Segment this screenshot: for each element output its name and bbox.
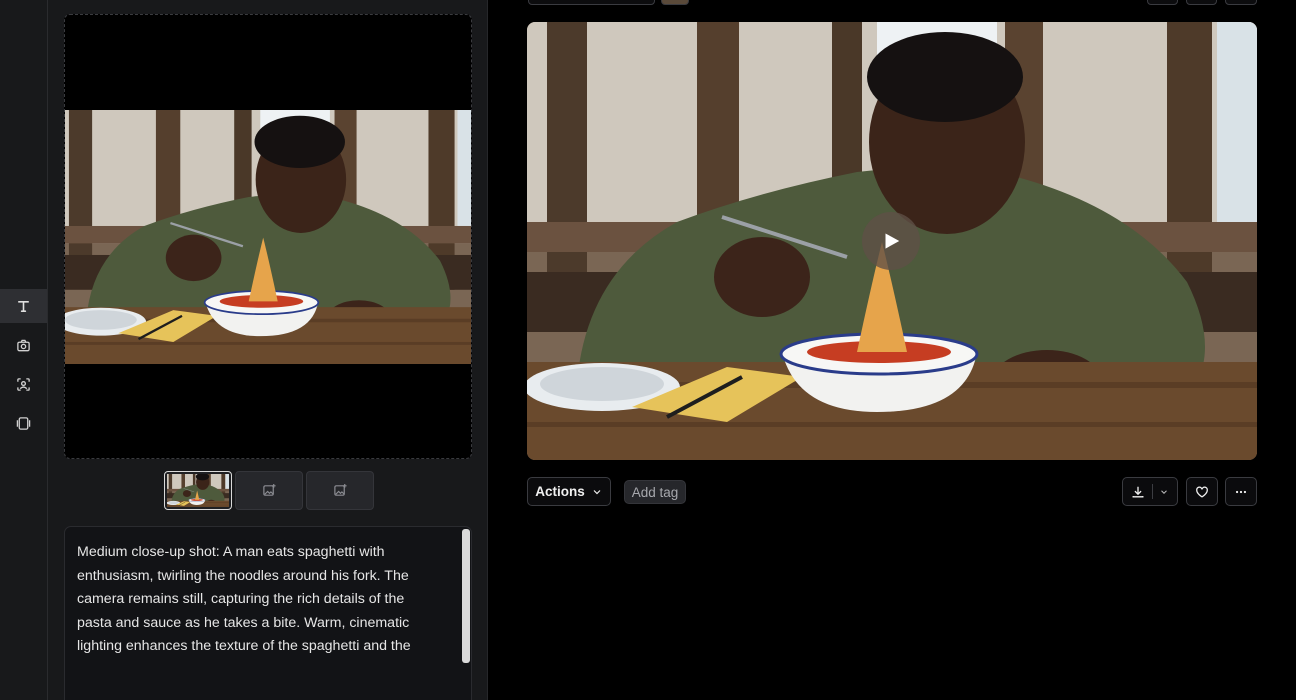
tool-rail [0,0,48,700]
frames-icon [16,416,31,430]
image-plus-icon [333,483,347,496]
result-area: Actions Add tag [488,0,1296,700]
like-button[interactable] [1186,477,1218,506]
heart-icon [1196,486,1208,498]
play-icon [885,233,900,249]
thumbnail-image [167,474,229,507]
top-toolbar-item[interactable] [528,0,655,5]
reference-thumbnail-selected[interactable] [164,471,232,510]
face-scan-icon [17,377,30,391]
actions-label: Actions [535,484,585,499]
chevron-down-icon[interactable] [1159,487,1169,497]
top-toolbar-button[interactable] [1147,0,1178,5]
play-button[interactable] [862,212,920,270]
prompt-scrollbar[interactable] [462,529,470,663]
add-image-slot[interactable] [306,471,374,510]
add-tag-label: Add tag [631,484,679,500]
image-tool-button[interactable] [0,328,47,362]
actions-button[interactable]: Actions [527,477,611,506]
character-tool-button[interactable] [0,367,47,401]
camera-icon [17,339,30,351]
prompt-textarea[interactable]: Medium close-up shot: A man eats spaghet… [64,526,472,700]
source-image [65,110,472,364]
image-drop-zone[interactable] [64,14,472,459]
add-image-slot[interactable] [235,471,303,510]
frames-tool-button[interactable] [0,406,47,440]
reference-thumbnails [164,471,374,510]
top-toolbar-button[interactable] [1186,0,1217,5]
video-preview[interactable] [527,22,1257,460]
top-toolbar-button[interactable] [1225,0,1257,5]
text-icon [18,300,29,312]
top-toolbar-thumbnail[interactable] [661,0,689,5]
chevron-down-icon [593,489,601,494]
image-plus-icon [262,483,276,496]
download-icon [1132,486,1144,497]
download-button[interactable] [1122,477,1178,506]
more-horizontal-icon [1235,490,1247,493]
text-tool-button[interactable] [0,289,47,323]
generation-panel: Medium close-up shot: A man eats spaghet… [48,0,488,700]
more-options-button[interactable] [1225,477,1257,506]
result-toolbar: Actions Add tag [527,477,1257,507]
prompt-text[interactable]: Medium close-up shot: A man eats spaghet… [77,541,441,659]
add-tag-button[interactable]: Add tag [624,480,686,504]
divider [1151,484,1153,499]
